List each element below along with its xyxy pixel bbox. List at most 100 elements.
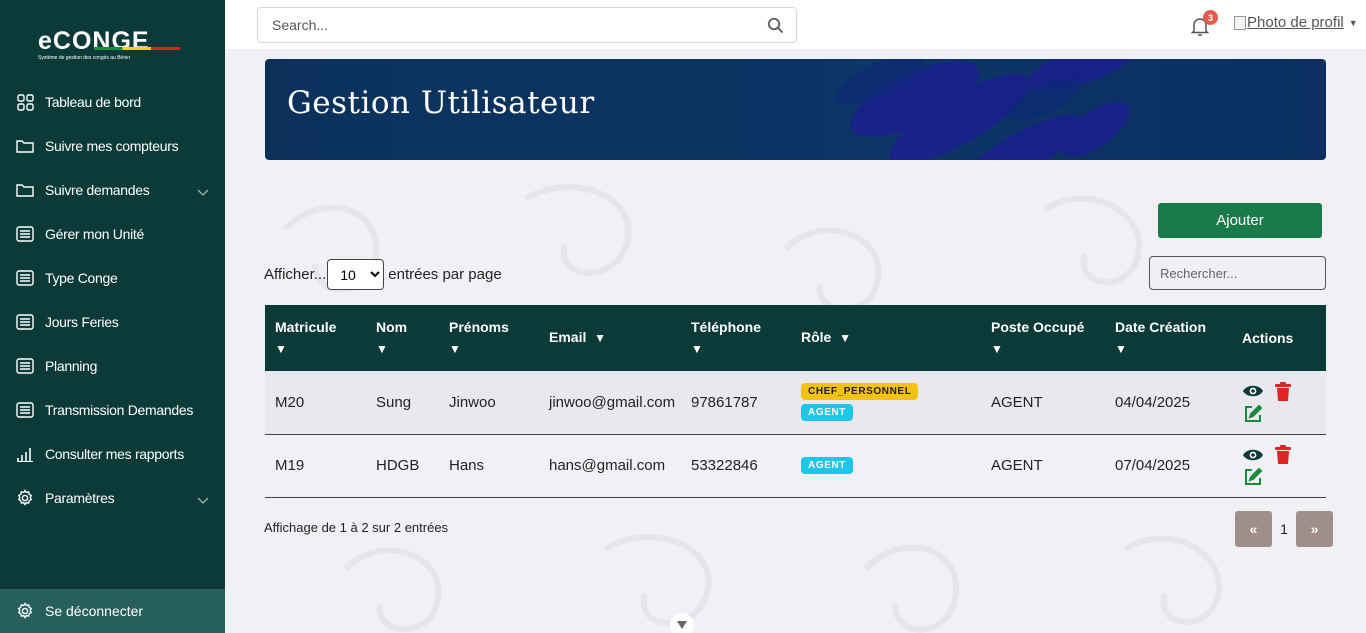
sort-arrow-icon: ▼ (376, 341, 388, 356)
folder-icon (16, 181, 34, 199)
list-icon (16, 313, 34, 331)
page-size-control: Afficher... 10 entrées par page (264, 259, 502, 290)
cell-telephone: 53322846 (691, 457, 758, 474)
chevron-down-icon (197, 492, 209, 508)
table-row: M19 HDGB Hans hans@gmail.com 53322846 AG… (265, 434, 1326, 497)
cell-email: jinwoo@gmail.com (549, 393, 676, 411)
logo-title: eCONGE (38, 27, 150, 55)
logout-button[interactable]: Se déconnecter (0, 589, 225, 633)
sidebar-item-suivre-demandes[interactable]: Suivre demandes (0, 168, 225, 212)
edit-icon[interactable] (1242, 403, 1264, 423)
cell-date: 07/04/2025 (1115, 457, 1191, 474)
cell-actions (1232, 371, 1326, 434)
main-content: Gestion Utilisateur Ajouter Afficher... … (225, 49, 1366, 633)
view-icon[interactable] (1242, 445, 1264, 465)
table-search-input[interactable] (1149, 256, 1326, 290)
sort-arrow-icon: ▼ (449, 341, 461, 356)
sidebar-item-consulter-mes-rapports[interactable]: Consulter mes rapports (0, 432, 225, 476)
column-header-label: Nom (376, 318, 408, 335)
cell-poste: AGENT (991, 457, 1043, 474)
logo-subtitle: Système de gestion des congés au Bénin (38, 55, 131, 61)
gear-icon (16, 602, 34, 620)
column-header-telephone[interactable]: Téléphone ▼ (681, 305, 791, 371)
column-header-role[interactable]: Rôle ▼ (791, 305, 981, 371)
cell-role: AGENT (791, 434, 981, 497)
sidebar-item-planning[interactable]: Planning (0, 344, 225, 388)
pagination: « 1 » (1235, 511, 1333, 547)
cell-poste: AGENT (991, 393, 1043, 411)
cell-date: 04/04/2025 (1115, 393, 1191, 411)
sidebar-item-parametres[interactable]: Paramètres (0, 476, 225, 520)
page-size-suffix: entrées par page (388, 266, 502, 283)
sidebar-item-label: Transmission Demandes (45, 402, 194, 418)
role-badge: CHEF_PERSONNEL (801, 383, 919, 401)
sidebar-item-type-conge[interactable]: Type Conge (0, 256, 225, 300)
profile-menu[interactable]: Photo de profil ▼ (1234, 14, 1358, 31)
cell-actions (1232, 434, 1326, 497)
column-header-label: Poste Occupé (991, 318, 1085, 335)
view-icon[interactable] (1242, 381, 1264, 401)
column-header-label: Rôle (801, 329, 832, 345)
caret-down-icon: ▼ (1348, 17, 1358, 28)
topbar: 3 Photo de profil ▼ (225, 0, 1366, 49)
list-icon (16, 357, 34, 375)
sidebar-item-label: Type Conge (45, 270, 118, 286)
cell-telephone: 97861787 (691, 393, 758, 411)
page-title: Gestion Utilisateur (287, 85, 595, 121)
pagination-next-button[interactable]: » (1296, 511, 1333, 547)
sidebar-item-suivre-mes-compteurs[interactable]: Suivre mes compteurs (0, 124, 225, 168)
sidebar-item-label: Suivre demandes (45, 182, 150, 198)
sidebar-item-tableau-de-bord[interactable]: Tableau de bord (0, 80, 225, 124)
sidebar-item-gerer-mon-unite[interactable]: Gérer mon Unité (0, 212, 225, 256)
table-info: Affichage de 1 à 2 sur 2 entrées (264, 520, 449, 535)
sidebar-item-jours-feries[interactable]: Jours Feries (0, 300, 225, 344)
sort-arrow-icon: ▼ (594, 331, 607, 345)
page-size-select[interactable]: 10 (327, 259, 385, 290)
sort-arrow-icon: ▼ (991, 341, 1003, 356)
sidebar-item-transmission-demandes[interactable]: Transmission Demandes (0, 388, 225, 432)
column-header-label: Téléphone (691, 318, 762, 335)
add-user-button[interactable]: Ajouter (1158, 203, 1322, 238)
column-header-label: Date Création (1115, 318, 1207, 335)
table-row: M20 Sung Jinwoo jinwoo@gmail.com 9786178… (265, 371, 1326, 434)
column-header-actions: Actions (1232, 305, 1326, 371)
column-header-date-creation[interactable]: Date Création ▼ (1105, 305, 1232, 371)
column-header-poste[interactable]: Poste Occupé ▼ (981, 305, 1105, 371)
search-input[interactable] (258, 8, 738, 42)
cell-prenoms: Jinwoo (449, 393, 496, 411)
column-header-email[interactable]: Email ▼ (539, 305, 681, 371)
column-header-label: Prénoms (449, 318, 509, 335)
edit-icon[interactable] (1242, 467, 1264, 487)
column-header-label: Actions (1242, 329, 1294, 346)
delete-icon[interactable] (1272, 381, 1294, 401)
role-badge: AGENT (801, 404, 853, 422)
sort-arrow-icon: ▼ (1115, 341, 1127, 356)
profile-label: Photo de profil (1247, 14, 1344, 31)
column-header-label: Email (549, 329, 587, 345)
scroll-down-icon[interactable] (670, 613, 694, 633)
logout-label: Se déconnecter (45, 603, 144, 619)
cell-prenoms: Hans (449, 457, 485, 474)
bar-chart-icon (16, 445, 34, 463)
sidebar-item-label: Gérer mon Unité (45, 226, 144, 242)
column-header-nom[interactable]: Nom ▼ (366, 305, 439, 371)
page-banner: Gestion Utilisateur (265, 59, 1326, 160)
cell-role: CHEF_PERSONNEL AGENT (791, 371, 981, 434)
broken-image-icon (1234, 15, 1246, 30)
app-logo[interactable]: eCONGE Système de gestion des congés au … (38, 28, 183, 66)
page-size-prefix: Afficher... (264, 266, 327, 283)
gear-icon (16, 489, 34, 507)
cell-email: hans@gmail.com (549, 457, 666, 474)
sidebar-item-label: Consulter mes rapports (45, 446, 184, 462)
pagination-current-page[interactable]: 1 (1272, 521, 1296, 537)
sort-arrow-icon: ▼ (839, 331, 852, 345)
pagination-prev-button[interactable]: « (1235, 511, 1272, 547)
delete-icon[interactable] (1272, 445, 1294, 465)
logo-flag-bar (94, 47, 180, 50)
sidebar-item-label: Planning (45, 358, 98, 374)
column-header-matricule[interactable]: Matricule ▼ (265, 305, 366, 371)
sidebar-item-label: Tableau de bord (45, 94, 141, 110)
column-header-prenoms[interactable]: Prénoms ▼ (439, 305, 539, 371)
cell-nom: HDGB (376, 457, 420, 474)
search-icon[interactable] (767, 17, 784, 37)
